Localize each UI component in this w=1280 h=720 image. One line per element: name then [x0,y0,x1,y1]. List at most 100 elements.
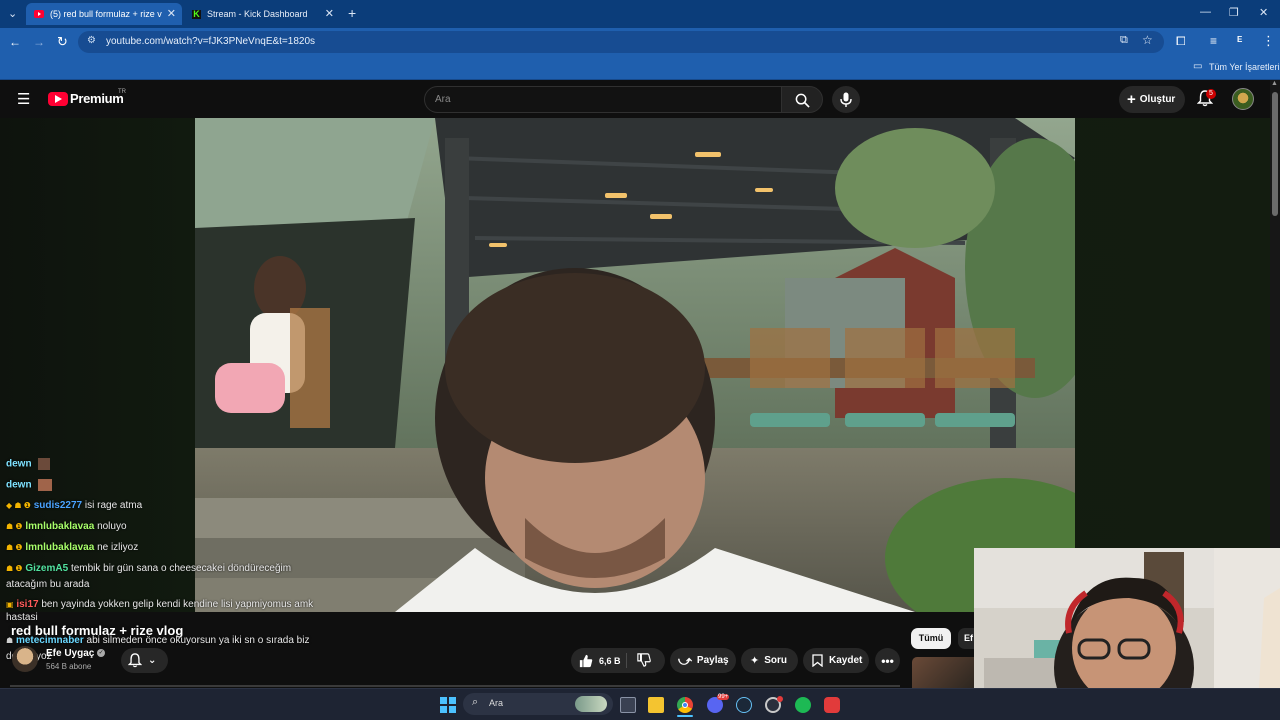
search-button[interactable] [781,86,823,113]
video-scene-image [195,118,1075,612]
bookmark-star-icon[interactable]: ☆ [1142,33,1153,47]
menu-icon[interactable]: ☰ [17,90,30,108]
profile-icon[interactable]: E [1237,35,1242,44]
chat-username[interactable]: dewn [6,459,32,470]
voice-search-button[interactable] [832,86,860,113]
recommended-thumbnail[interactable] [912,657,974,688]
spotify-icon[interactable] [795,697,811,713]
tab-kick-dashboard[interactable]: K Stream - Kick Dashboard ✕ [184,3,340,25]
chat-username[interactable]: lmnlubaklavaa [25,521,94,532]
search-placeholder: Ara [435,94,451,105]
subscriber-count: 564 B abone [46,662,92,671]
dislike-button[interactable] [637,653,651,670]
chat-badges: ☗ [6,636,14,645]
search-input[interactable]: Ara [424,86,782,113]
more-actions-button[interactable]: ••• [875,648,900,673]
chat-text: tembik bir gün sana o cheesecakei döndür… [70,563,292,574]
discord-badge: 99+ [717,694,730,700]
youtube-header: ☰ Premium TR Ara + Oluştur 5 [0,80,1270,118]
thumbs-down-icon [637,653,651,667]
chip-next[interactable]: Ef [958,628,974,649]
reload-icon[interactable]: ↻ [57,34,68,50]
close-tab-icon[interactable]: ✕ [325,7,334,20]
chat-message: ☗ ❶ lmnlubaklavaa ne izliyoz [6,542,138,553]
channel-name[interactable]: Efe Uygaç [46,648,94,659]
save-button[interactable]: Kaydet [803,648,869,673]
tab-search-icon[interactable]: ⌄ [8,7,17,20]
chat-username[interactable]: GizemA5 [25,563,68,574]
chat-badges: ▣ [6,600,14,609]
recording-dot [777,696,783,702]
maximize-icon[interactable]: ❐ [1229,6,1239,19]
address-bar[interactable]: ⚙ youtube.com/watch?v=fJK3PNeVnqE&t=1820… [78,31,1164,53]
install-app-icon[interactable]: ⧉ [1120,34,1128,47]
channel-name-row[interactable]: Efe Uygaç ✓ [46,648,106,659]
app-red-icon[interactable] [824,697,840,713]
save-label: Kaydet [829,655,863,666]
search-icon: ⌕ [472,696,479,708]
ask-button[interactable]: ✦ Soru [741,648,798,673]
new-tab-icon[interactable]: + [348,5,356,21]
forward-icon[interactable]: → [33,35,45,49]
comments-divider [10,685,900,687]
windows-start-icon[interactable] [440,697,456,713]
chat-username[interactable]: dewn [6,480,32,491]
site-info-icon[interactable]: ⚙ [87,35,96,46]
tab-title: (5) red bull formulaz + rize vlog [50,9,162,19]
scrollbar-thumb[interactable] [1272,92,1278,216]
chat-username[interactable]: sudis2277 [34,500,82,511]
reading-list-icon[interactable]: ≡ [1210,34,1217,48]
subscription-bell-button[interactable]: ⌄ [121,648,168,673]
video-frame[interactable] [195,118,1075,612]
like-button[interactable]: 6,6 B [579,654,621,668]
channel-avatar[interactable] [12,646,38,672]
create-button[interactable]: + Oluştur [1119,86,1185,113]
close-tab-icon[interactable]: ✕ [167,7,176,20]
file-explorer-icon[interactable] [648,697,664,713]
chip-all[interactable]: Tümü [911,628,951,649]
chrome-icon[interactable] [677,697,693,713]
active-app-indicator [677,715,693,717]
chat-message: dewn [6,458,51,470]
share-label: Paylaş [696,655,729,666]
share-button[interactable]: ⤻ Paylaş [670,648,736,673]
like-dislike-group: 6,6 B [571,648,665,673]
chat-username[interactable]: lmnlubaklavaa [25,542,94,553]
more-horizontal-icon: ••• [881,653,894,668]
video-player[interactable]: dewn dewn ◆ ☗ ❶ sudis2277 isi rage atma … [0,118,1270,612]
youtube-logo-icon[interactable] [48,92,68,106]
thumbs-up-icon [579,654,593,667]
tab-title: Stream - Kick Dashboard [207,9,308,19]
steam-icon[interactable] [736,697,752,713]
chat-badges: ☗ ❶ [6,564,23,573]
chat-message-continued: atacağım bu arada [6,579,89,590]
sparkle-icon: ✦ [750,655,760,667]
scroll-up-icon[interactable]: ▲ [1271,80,1278,87]
url-text: youtube.com/watch?v=fJK3PNeVnqE&t=1820s [106,36,316,47]
youtube-logo-text[interactable]: Premium [70,91,124,106]
taskbar-search[interactable]: ⌕ Ara [463,693,613,715]
taskbar-search-label: Ara [489,698,504,708]
chat-text: atacağım bu arada [6,579,90,590]
divider [626,653,627,668]
tab-youtube[interactable]: (5) red bull formulaz + rize vlog ✕ [26,3,182,25]
account-avatar[interactable] [1232,88,1254,110]
chat-message: dewn [6,479,53,491]
chat-username[interactable]: isi17 [16,599,38,610]
chat-username[interactable]: metecimnaber [16,635,84,646]
extensions-icon[interactable]: ⧠ [1176,34,1186,49]
chat-text: abi silmeden önce okuyorsun ya iki sn o … [86,635,310,646]
kick-icon: K [192,8,201,19]
windows-taskbar [0,688,1280,720]
chat-text: noluyo [97,521,127,532]
task-view-icon[interactable] [620,697,636,713]
bookmark-icon [812,654,823,667]
back-icon[interactable]: ← [9,35,21,49]
notification-count-badge: 5 [1206,89,1216,99]
more-menu-icon[interactable]: ⋮ [1262,33,1275,49]
minimize-icon[interactable]: — [1200,6,1211,18]
close-window-icon[interactable]: ✕ [1259,6,1268,19]
ask-label: Soru [764,655,787,666]
all-bookmarks-link[interactable]: Tüm Yer İşaretleri [1209,62,1280,72]
chat-badges: ☗ ❶ [6,543,23,552]
